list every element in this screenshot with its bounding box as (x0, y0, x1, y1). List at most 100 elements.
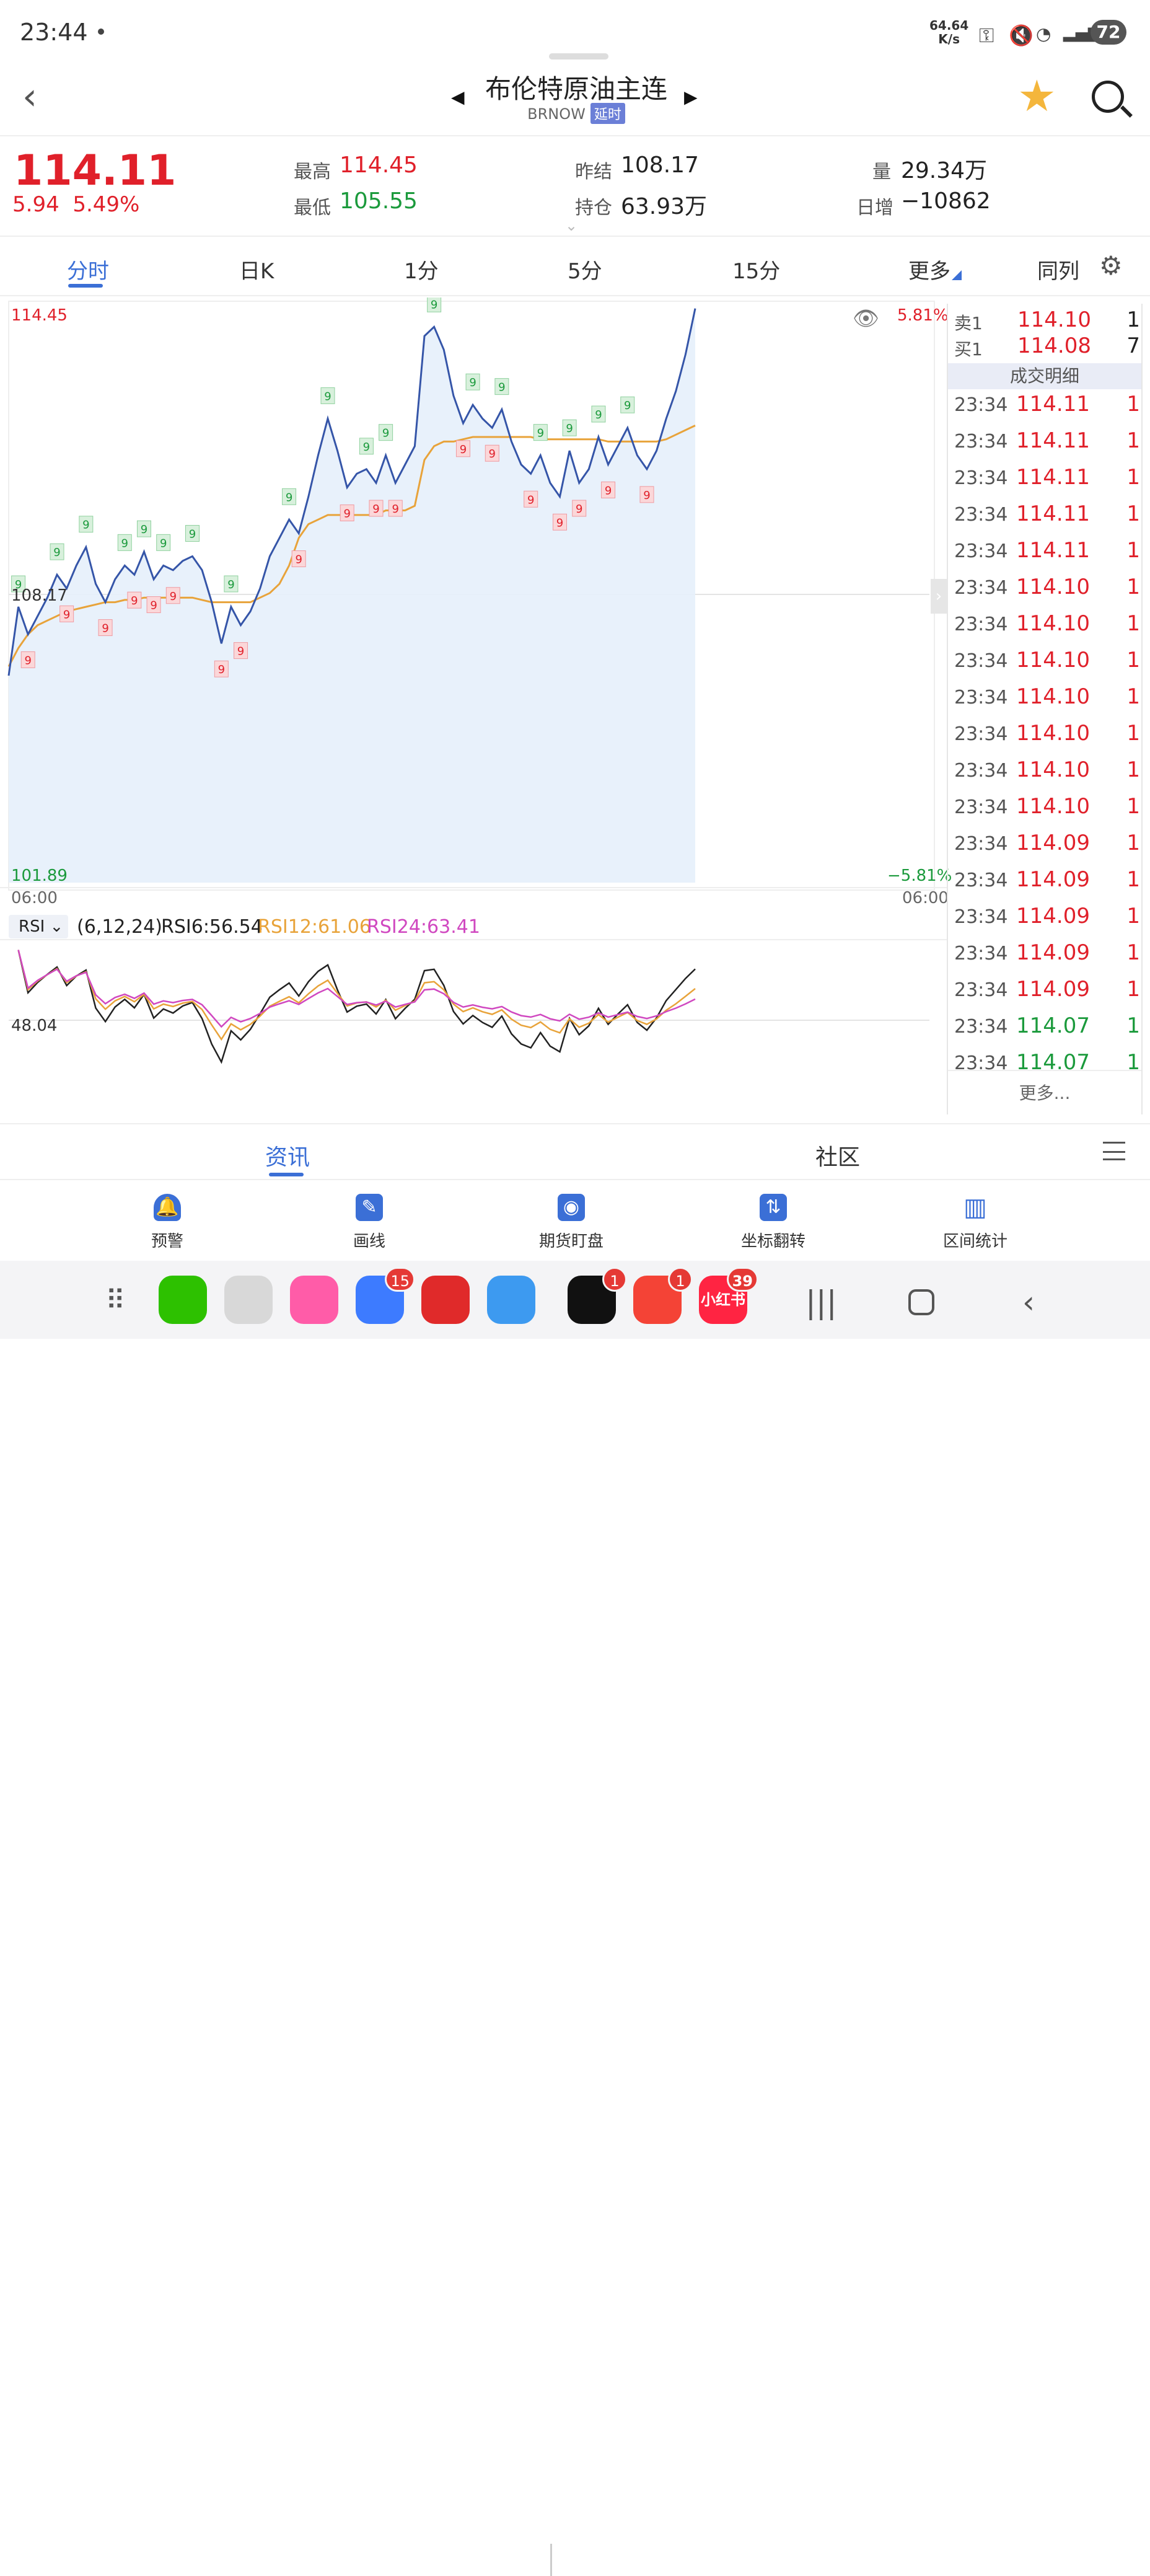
trade-qty: 1 (1126, 684, 1140, 709)
back-icon[interactable]: ‹ (22, 78, 37, 115)
instrument-title: 布伦特原油主连 (485, 74, 667, 104)
td-buy-signal-label: 9 (392, 503, 398, 516)
instrument-code: BRNOW (527, 105, 586, 123)
trade-row: 23:34 114.10 1 (954, 684, 1140, 712)
indicator-selector[interactable]: RSI ⌄ (9, 915, 68, 938)
sell1-row: 卖1 114.10 1 (954, 307, 1140, 335)
active-tab-indicator (269, 1173, 304, 1176)
tool-draw-label: 画线 (353, 1232, 385, 1251)
daily-change-value: −10862 (901, 188, 991, 214)
xhs-badge: 39 (726, 1267, 758, 1292)
rsi24-value: RSI24:63.41 (367, 916, 480, 938)
tab-5min[interactable]: 5分 (568, 254, 602, 285)
wechat-app-icon[interactable] (159, 1276, 207, 1324)
tool-range-stats[interactable]: ▥ 区间统计 (913, 1194, 1037, 1251)
tool-alert-label: 预警 (151, 1232, 183, 1251)
td-buy-signal-label: 9 (343, 507, 350, 520)
td-sell-signal-label: 9 (286, 491, 292, 504)
tool-flip-axis[interactable]: ⇅ 坐标翻转 (711, 1194, 835, 1251)
trade-qty: 1 (1126, 1050, 1140, 1075)
trade-price: 114.10 (1016, 757, 1090, 782)
trade-time: 23:34 (954, 650, 1008, 672)
td-sell-signal-label: 9 (566, 422, 573, 435)
stock-app-icon[interactable] (421, 1276, 470, 1324)
prev-instrument-icon[interactable]: ◀ (451, 87, 465, 107)
rsi6-line (17, 950, 696, 1064)
tab-1min[interactable]: 1分 (404, 254, 439, 285)
instrument-header: ‹ ◀ 布伦特原油主连 BRNOW 延时 ▶ ★ (0, 62, 1150, 136)
td-sell-signal-label: 9 (227, 578, 234, 591)
tool-flip-label: 坐标翻转 (740, 1232, 805, 1251)
tab-peers[interactable]: 同列 (1037, 254, 1079, 285)
td-buy-signal-label: 9 (576, 503, 582, 516)
camera-app-icon[interactable] (224, 1276, 273, 1324)
trade-time: 23:34 (954, 1016, 1008, 1038)
quote-panel: 114.11 5.94 5.49% 最高 114.45 最低 105.55 昨结… (0, 138, 1150, 237)
td-buy-signal-label: 9 (131, 594, 138, 607)
eye-icon[interactable]: 👁 (853, 306, 879, 331)
time-start-label: 06:00 (11, 889, 58, 907)
buy1-qty: 7 (1126, 333, 1140, 358)
trade-price: 114.11 (1016, 501, 1090, 526)
buy1-label: 买1 (954, 339, 983, 359)
shop-app-icon[interactable]: 1 (633, 1267, 693, 1324)
trade-detail-header: 成交明细 (948, 363, 1141, 389)
tab-more[interactable]: 更多 (908, 254, 950, 285)
price-area (9, 308, 695, 883)
rsi6-value: RSI6:56.54 (161, 916, 263, 938)
trade-qty: 1 (1126, 721, 1140, 746)
next-instrument-icon[interactable]: ▶ (684, 87, 698, 107)
collapse-panel-icon[interactable]: › (931, 579, 947, 614)
sell1-qty: 1 (1126, 307, 1140, 332)
td-sell-signal-label: 9 (537, 427, 544, 440)
chart-bottom-percent: −5.81% (887, 867, 952, 885)
tab-community[interactable]: 社区 (815, 1139, 860, 1171)
td-sell-signal-label: 9 (469, 376, 476, 389)
trade-time: 23:34 (954, 431, 1008, 452)
rsi-params: (6,12,24) (77, 916, 162, 938)
last-price: 114.11 (14, 146, 177, 195)
messages-badge: 15 (385, 1267, 415, 1292)
app-drawer-icon[interactable]: ⠿ (105, 1286, 125, 1317)
expand-chevron-icon[interactable]: ⌄ (565, 217, 577, 234)
back-nav-icon[interactable]: ‹ (1022, 1287, 1035, 1318)
menu-icon[interactable] (1103, 1142, 1125, 1160)
tool-draw[interactable]: ✎ 画线 (307, 1194, 431, 1251)
drag-handle[interactable] (549, 53, 608, 60)
trade-time: 23:34 (954, 943, 1008, 964)
tool-watch[interactable]: ◉ 期货盯盘 (509, 1194, 633, 1251)
intraday-chart[interactable]: 99999999999999999999999999999999999999 1… (0, 298, 952, 1113)
tab-daily-k[interactable]: 日K (239, 254, 274, 285)
tab-news[interactable]: 资讯 (265, 1139, 310, 1171)
trade-qty: 1 (1126, 1013, 1140, 1038)
status-time: 23:44 (20, 19, 88, 46)
rsi12-line (17, 950, 696, 1041)
td-sell-signal-label: 9 (160, 537, 167, 550)
home-nav-icon[interactable] (908, 1289, 934, 1315)
rsi-mid-label: 48.04 (11, 1017, 58, 1035)
trade-qty: 1 (1126, 501, 1140, 526)
td-buy-signal-label: 9 (218, 663, 225, 676)
messages-app-icon[interactable]: 15 (356, 1267, 415, 1324)
x-app-icon[interactable]: 1 (568, 1267, 627, 1324)
trading-app-icon[interactable] (487, 1276, 535, 1324)
td-buy-signal-label: 9 (102, 622, 108, 635)
bar-chart-icon: ▥ (963, 1193, 987, 1222)
search-icon[interactable] (1092, 81, 1124, 113)
trade-time: 23:34 (954, 540, 1008, 562)
tab-intraday[interactable]: 分时 (67, 254, 109, 285)
recents-nav-icon[interactable]: ||| (805, 1287, 837, 1318)
low-label: 最低 (294, 197, 331, 219)
td-sell-signal-label: 9 (624, 399, 631, 412)
trade-qty: 1 (1126, 904, 1140, 929)
tab-15min[interactable]: 15分 (732, 254, 780, 285)
tool-alert[interactable]: 🔔 预警 (105, 1194, 229, 1251)
more-trades-link[interactable]: 更多... (948, 1080, 1141, 1105)
xiaohongshu-app-icon[interactable]: 小红书 39 (699, 1267, 758, 1324)
trade-price: 114.09 (1016, 977, 1090, 1002)
gallery-app-icon[interactable] (290, 1276, 338, 1324)
favorite-star-icon[interactable]: ★ (1017, 74, 1056, 118)
gear-icon[interactable]: ⚙ (1099, 250, 1123, 281)
trade-qty: 1 (1126, 831, 1140, 855)
shop-badge: 1 (668, 1267, 693, 1292)
